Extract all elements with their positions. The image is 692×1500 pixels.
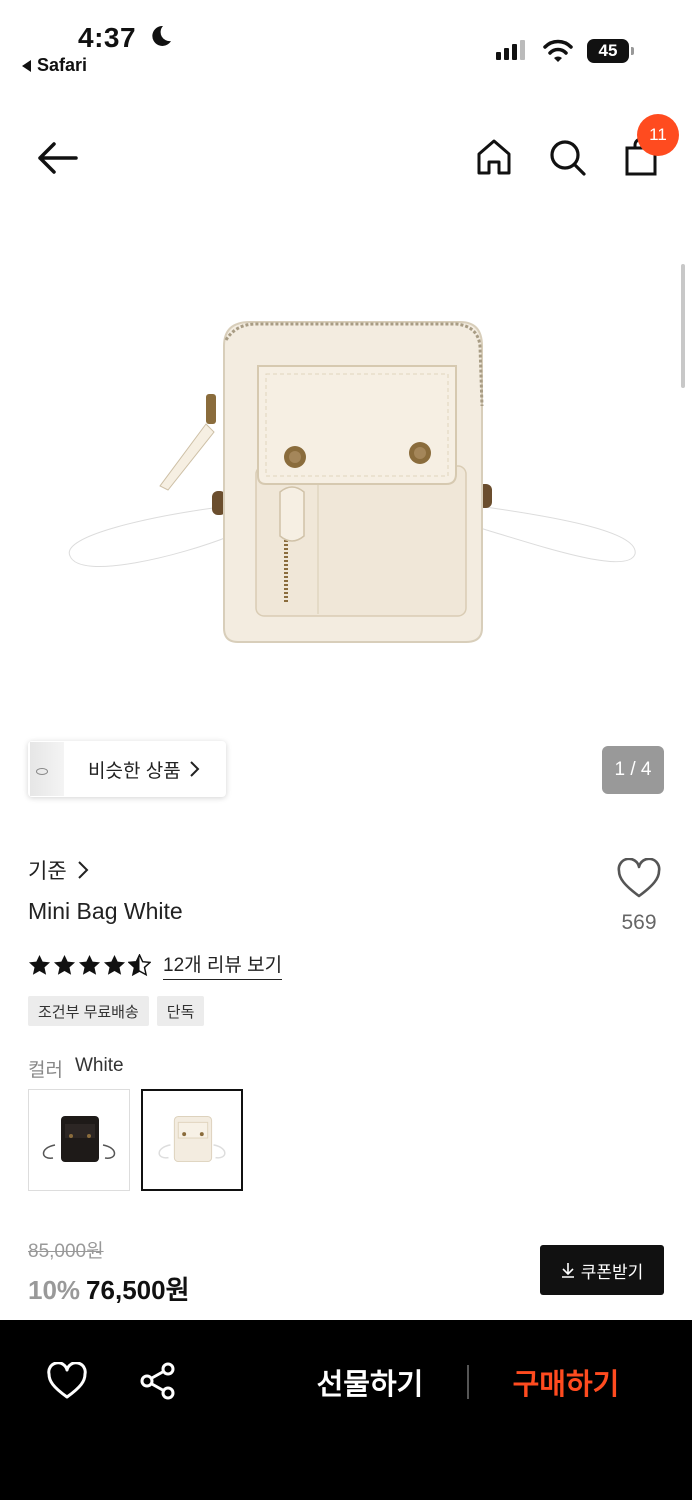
battery-icon: 45 bbox=[587, 39, 629, 63]
brand-name: 기준 bbox=[28, 860, 67, 883]
back-to-safari-link[interactable]: Safari bbox=[22, 55, 87, 76]
like-heart-icon[interactable] bbox=[616, 858, 662, 900]
similar-products-button[interactable]: 비슷한 상품 bbox=[28, 741, 226, 797]
original-price: 85,000원 bbox=[28, 1241, 104, 1262]
discount-rate: 10% bbox=[28, 1275, 81, 1305]
like-count: 569 bbox=[621, 911, 657, 934]
sale-price: 76,500원 bbox=[86, 1275, 190, 1305]
brand-link[interactable]: 기준 bbox=[28, 855, 89, 885]
battery-cap bbox=[631, 47, 634, 55]
review-link[interactable]: 12개 리뷰 보기 bbox=[163, 950, 283, 980]
share-icon[interactable] bbox=[138, 1361, 178, 1401]
tag-list: 조건부 무료배송 단독 bbox=[28, 996, 205, 1026]
search-icon[interactable] bbox=[546, 136, 588, 178]
cart-count-badge: 11 bbox=[637, 114, 679, 156]
moon-icon bbox=[152, 25, 171, 46]
white-bag-thumbnail bbox=[158, 1115, 226, 1163]
bottom-action-bar: 선물하기 구매하기 bbox=[0, 1320, 692, 1500]
star-rating bbox=[28, 953, 151, 977]
home-icon[interactable] bbox=[473, 136, 515, 178]
coupon-button[interactable]: 쿠폰받기 bbox=[540, 1245, 664, 1295]
black-bag-thumbnail bbox=[42, 1116, 116, 1162]
status-bar: 4:37 Safari 45 bbox=[0, 0, 692, 90]
color-swatch-white[interactable] bbox=[141, 1089, 243, 1191]
color-label: 컬러 bbox=[28, 1060, 63, 1081]
back-app-label: Safari bbox=[37, 55, 88, 75]
rating-row: 12개 리뷰 보기 bbox=[28, 950, 283, 980]
exclusive-tag: 단독 bbox=[156, 996, 205, 1026]
price-row: 10% 76,500원 bbox=[28, 1270, 190, 1307]
back-arrow-icon[interactable] bbox=[34, 138, 80, 178]
image-page-counter: 1 / 4 bbox=[602, 746, 664, 794]
bottom-divider bbox=[467, 1365, 469, 1399]
back-triangle-icon bbox=[22, 59, 31, 72]
chevron-right-icon bbox=[189, 761, 200, 777]
star-icon bbox=[53, 954, 76, 975]
gift-button[interactable]: 선물하기 bbox=[290, 1360, 450, 1404]
product-image[interactable] bbox=[0, 236, 692, 722]
wifi-icon bbox=[543, 39, 573, 62]
cellular-signal-icon bbox=[496, 40, 525, 60]
product-name: Mini Bag White bbox=[28, 898, 183, 924]
wishlist-heart-icon[interactable] bbox=[46, 1362, 88, 1400]
star-icon bbox=[78, 954, 101, 975]
color-value: White bbox=[74, 1055, 124, 1076]
download-icon bbox=[561, 1263, 574, 1278]
star-icon bbox=[103, 954, 126, 975]
chevron-right-icon bbox=[77, 861, 89, 879]
star-icon bbox=[28, 954, 51, 975]
coupon-label: 쿠폰받기 bbox=[580, 1262, 644, 1282]
color-row: 컬러 White bbox=[28, 1055, 124, 1082]
similar-thumbnail bbox=[30, 742, 64, 796]
similar-products-label: 비슷한 상품 bbox=[88, 760, 181, 782]
status-time: 4:37 bbox=[78, 22, 137, 53]
color-swatch-black[interactable] bbox=[28, 1089, 130, 1191]
half-star-icon bbox=[128, 953, 151, 976]
scroll-indicator bbox=[681, 264, 685, 388]
shipping-tag: 조건부 무료배송 bbox=[28, 996, 149, 1026]
buy-button[interactable]: 구매하기 bbox=[486, 1360, 646, 1404]
